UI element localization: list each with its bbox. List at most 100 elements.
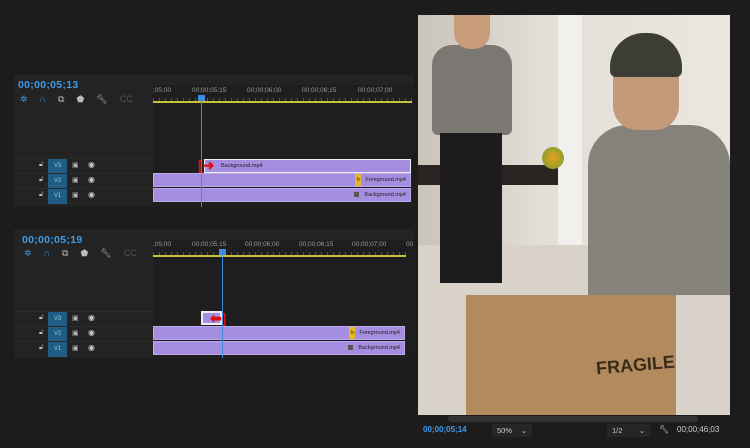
ruler-label: 00;00;07;00 [358,87,393,94]
track-target[interactable]: V1 [48,342,67,357]
track-header-v2: 🔓︎ V2 ▣ ◉ [14,173,153,189]
magnet-icon[interactable]: ∩ [40,94,46,105]
lock-icon[interactable]: 🔓︎ [39,329,44,337]
linked-selection-icon[interactable]: ⧉ [62,248,68,259]
ruler-label: 00;00;06;15 [302,87,337,94]
clip-name: Foreground.mp4 [359,330,400,336]
eye-icon[interactable]: ◉ [88,160,95,169]
ruler-label: 00;00;06;00 [247,87,282,94]
playhead[interactable] [222,253,223,358]
eye-icon[interactable]: ◉ [88,190,95,199]
lock-icon[interactable]: 🔓︎ [39,314,44,322]
marker-icon[interactable]: ⬟ [76,94,84,105]
chevron-down-icon: ⌄ [638,426,645,435]
wrench-icon[interactable]: 🔧︎ [100,248,111,259]
snap-icon[interactable]: ✲ [24,248,32,259]
track-target[interactable]: V2 [48,327,67,342]
timeline-panel-1: 00;00;05;13 ✲ ∩ ⧉ ⬟ 🔧︎ CC ;05;00 00;00;05;15 … [14,75,414,207]
film-icon[interactable]: ▣ [72,161,79,169]
clip-name: Foreground.mp4 [365,177,406,183]
timeline-timecode[interactable]: 00;00;05;13 [18,79,79,91]
lock-icon[interactable]: 🔓︎ [39,161,44,169]
magnet-icon[interactable]: ∩ [44,248,50,259]
lock-icon[interactable]: 🔓︎ [39,191,44,199]
linked-selection-icon[interactable]: ⧉ [58,94,64,105]
wrench-icon[interactable]: 🔧︎ [659,425,669,434]
timeline-timecode[interactable]: 00;00;05;19 [22,234,83,246]
time-ruler[interactable]: ;05;00 00;00;05;15 00;00;06;00 00;00;06;… [153,85,414,109]
clip-v1[interactable]: Background.mp4 [153,341,405,355]
ruler-label: ;05;00 [153,241,172,248]
monitor-duration: 00;00;46;03 [677,425,720,434]
captions-icon[interactable]: CC [124,248,137,259]
snap-icon[interactable]: ✲ [20,94,28,105]
wrench-icon[interactable]: 🔧︎ [96,94,107,105]
track-header-v3: 🔓︎ V3 ▣ ◉ [14,158,153,174]
eye-icon[interactable]: ◉ [88,343,95,352]
timeline-panel-2: 00;00;05;19 ✲ ∩ ⧉ ⬟ 🔧︎ CC ;05;00 00;00;05;15 … [14,229,414,358]
lock-icon[interactable]: 🔓︎ [39,176,44,184]
clip-thumb-icon [354,192,360,198]
ruler-label: 00 [406,241,414,248]
zoom-dropdown[interactable]: 50% ⌄ [492,424,532,437]
clip-thumb-icon [348,345,354,351]
film-icon[interactable]: ▣ [72,344,79,352]
track-header-v1: 🔓︎ V1 ▣ ◉ [14,188,153,204]
clip-v2[interactable]: fx Foreground.mp4 [153,326,405,340]
timeline-toolbar: ✲ ∩ ⧉ ⬟ 🔧︎ CC [24,248,137,259]
track-target[interactable]: V3 [48,312,67,327]
person-standing-shirt [432,45,512,135]
cardboard-box: FRAGILE [466,295,676,415]
person-standing-head [454,15,490,49]
track-target[interactable]: V3 [48,159,67,174]
monitor-timecode[interactable]: 00;00;05;14 [423,425,467,434]
track-target[interactable]: V2 [48,174,67,189]
clip-name: Background.mp4 [221,163,263,169]
ruler-label: 00;00;05;15 [192,241,227,248]
chevron-down-icon: ⌄ [520,426,527,435]
film-icon[interactable]: ▣ [72,191,79,199]
time-ruler[interactable]: ;05;00 00;00;05;15 00;00;06;00 00;00;06;… [153,239,414,263]
clip-name: Background.mp4 [364,192,406,198]
track-target[interactable]: V1 [48,189,67,204]
captions-icon[interactable]: CC [120,94,133,105]
ruler-label: 00;00;07;00 [352,241,387,248]
clip-v2[interactable]: fx Foreground.mp4 [153,173,411,187]
clip-v3[interactable]: Background.mp4 [204,159,411,173]
playhead-handle[interactable] [198,95,205,101]
resolution-value: 1/2 [612,426,623,435]
track-header-v1: 🔓︎ V1 ▣ ◉ [14,341,153,357]
eye-icon[interactable]: ◉ [88,328,95,337]
film-icon[interactable]: ▣ [72,314,79,322]
marker-icon[interactable]: ⬟ [80,248,88,259]
monitor-scrollbar[interactable] [448,416,698,422]
fx-badge: fx [349,327,356,339]
clip-v1[interactable]: Background.mp4 [153,188,411,202]
track-header-v2: 🔓︎ V2 ▣ ◉ [14,326,153,342]
film-icon[interactable]: ▣ [72,329,79,337]
eye-icon[interactable]: ◉ [88,175,95,184]
clip-name: Background.mp4 [358,345,400,351]
program-monitor-video[interactable]: FRAGILE [418,15,730,415]
work-area-bar[interactable] [153,255,406,257]
track-header-v3: 🔓︎ V3 ▣ ◉ [14,311,153,327]
work-area-bar[interactable] [153,101,412,103]
ruler-label: 00;00;06;00 [245,241,280,248]
lock-icon[interactable]: 🔓︎ [39,344,44,352]
trim-left-arrow-icon: ⬅] [210,310,227,326]
timeline-toolbar: ✲ ∩ ⧉ ⬟ 🔧︎ CC [20,94,133,105]
person-kneeling-shirt [588,125,730,295]
ruler-label: ;05;00 [153,87,172,94]
eye-icon[interactable]: ◉ [88,313,95,322]
box-label: FRAGILE [595,351,676,379]
person-standing-legs [440,133,502,283]
film-icon[interactable]: ▣ [72,176,79,184]
fx-badge: fx [355,174,362,186]
ball [542,147,564,169]
resolution-dropdown[interactable]: 1/2 ⌄ [607,424,650,437]
zoom-value: 50% [497,426,513,435]
playhead[interactable] [201,99,202,207]
playhead-handle[interactable] [219,249,226,255]
ruler-label: 00;00;06;15 [299,241,334,248]
ruler-label: 00;00;05;15 [192,87,227,94]
